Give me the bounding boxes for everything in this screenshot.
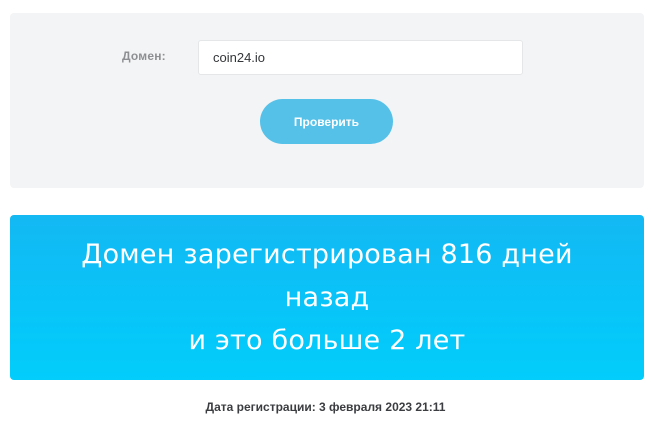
domain-input[interactable] xyxy=(198,40,523,75)
result-line-age: Домен зарегистрирован 816 дней xyxy=(81,239,573,270)
domain-check-form: Домен: Проверить xyxy=(10,13,644,188)
result-line-ago: назад xyxy=(284,282,370,313)
registration-date: Дата регистрации: 3 февраля 2023 21:11 xyxy=(205,400,446,414)
page: Домен: Проверить Домен зарегистрирован 8… xyxy=(0,0,651,433)
domain-label: Домен: xyxy=(122,49,166,63)
check-button[interactable]: Проверить xyxy=(260,99,393,144)
result-banner: Домен зарегистрирован 816 дней назад и э… xyxy=(10,215,644,380)
result-line-summary: и это больше 2 лет xyxy=(188,325,466,356)
